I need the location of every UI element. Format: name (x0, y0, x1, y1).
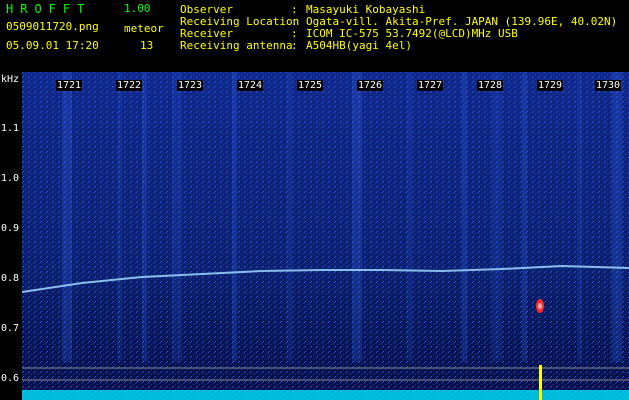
noise-streak (232, 72, 237, 362)
noise-streak (462, 72, 467, 362)
noise-streak (62, 72, 72, 362)
noise-streak (287, 72, 292, 362)
spectrogram[interactable] (22, 72, 629, 400)
y-tick-label: 1.1 (1, 123, 20, 134)
noise-streak (492, 72, 502, 362)
meteor-label: meteor (124, 22, 164, 35)
antenna-key: Receiving antenna (180, 39, 293, 52)
signal-floor (22, 390, 629, 400)
time-tick-label: 1730 (595, 80, 622, 91)
time-tick-label: 1727 (417, 80, 444, 91)
time-tick-label: 1728 (477, 80, 504, 91)
y-tick-label: 0.9 (1, 223, 20, 234)
y-tick-label: 0.8 (1, 273, 20, 284)
noise-grain (22, 72, 629, 400)
y-tick-label: 0.7 (1, 323, 20, 334)
time-tick-label: 1723 (177, 80, 204, 91)
time-tick-label: 1726 (357, 80, 384, 91)
header-panel: HROFFT 1.00 0509011720.png 05.09.01 17:2… (0, 0, 629, 72)
noise-streak (577, 72, 582, 362)
y-tick-label: 1.0 (1, 173, 20, 184)
time-tick-label: 1724 (237, 80, 264, 91)
noise-streak (142, 72, 147, 362)
meteor-echo (536, 299, 544, 313)
time-tick-label: 1721 (56, 80, 83, 91)
antenna-value: A504HB(yagi 4el) (306, 39, 412, 52)
file-name: 0509011720.png (6, 20, 99, 33)
noise-streak (612, 72, 622, 362)
time-tick-label: 1725 (297, 80, 324, 91)
meteor-count: 13 (140, 39, 154, 52)
app-version: 1.00 (124, 2, 151, 15)
meteor-spike (539, 365, 542, 400)
noise-streak (522, 72, 527, 362)
noise-streak (117, 72, 122, 362)
y-tick-label: 0.6 (1, 373, 20, 384)
colon: : (291, 39, 298, 52)
noise-streak (352, 72, 362, 362)
noise-streak (172, 72, 182, 362)
app-title: HROFFT (6, 2, 92, 16)
time-tick-label: 1729 (537, 80, 564, 91)
datetime: 05.09.01 17:20 (6, 39, 99, 52)
time-tick-label: 1722 (116, 80, 143, 91)
noise-streak (407, 72, 412, 362)
frequency-axis: kHz 1.1 1.0 0.9 0.8 0.7 0.6 (0, 72, 22, 400)
axis-unit: kHz (1, 74, 20, 85)
